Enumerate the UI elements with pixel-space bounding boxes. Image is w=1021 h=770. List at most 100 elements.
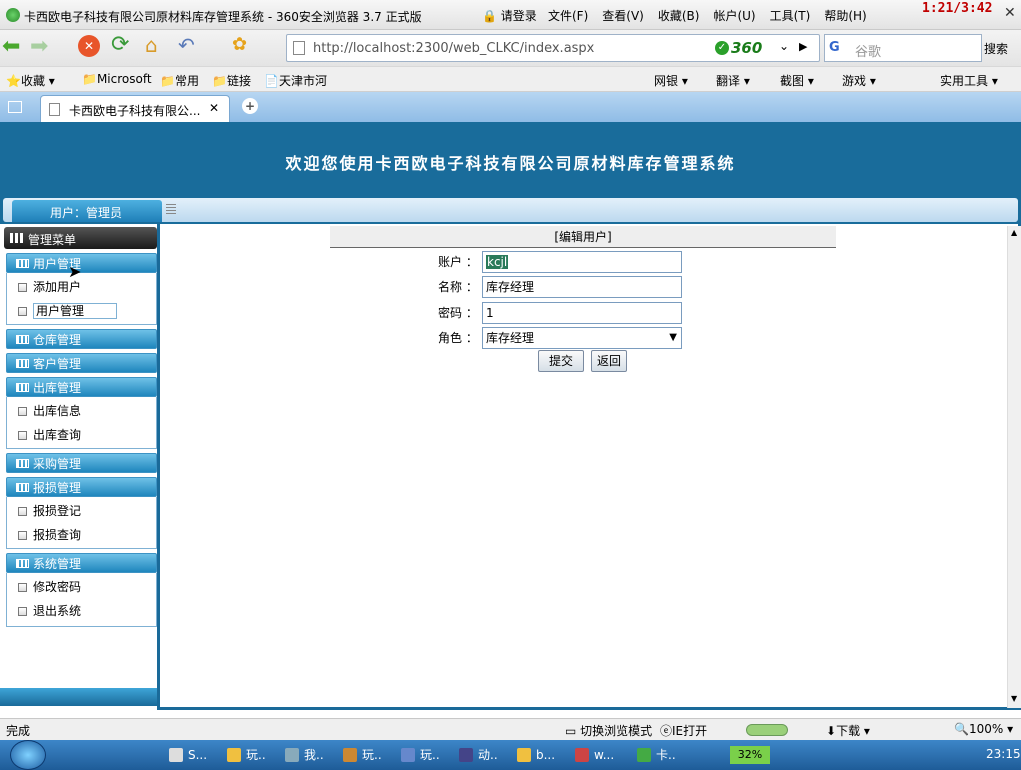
search-box[interactable]: G 谷歌 xyxy=(824,34,982,62)
browser-icon xyxy=(637,748,651,762)
taskbar-item[interactable]: S... xyxy=(166,744,222,766)
taskbar-item[interactable]: 卡.. xyxy=(634,744,690,766)
section-purchase-management[interactable]: 采购管理 xyxy=(6,453,157,473)
toolbar-item[interactable]: 翻译 ▾ xyxy=(716,72,750,89)
back-button[interactable]: 返回 xyxy=(591,350,627,372)
menu-item-loss-register[interactable]: 报损登记 xyxy=(18,501,81,521)
item-icon xyxy=(18,507,27,516)
scroll-down-icon[interactable]: ▼ xyxy=(1011,694,1017,703)
section-loss-management[interactable]: 报损管理 xyxy=(6,477,157,497)
start-button[interactable] xyxy=(10,740,46,770)
sidebar-toggle-icon[interactable] xyxy=(8,101,22,113)
login-link[interactable]: 🔒 请登录 xyxy=(482,7,537,24)
scroll-up-icon[interactable]: ▲ xyxy=(1011,228,1017,237)
sidebar-footer xyxy=(0,688,157,706)
status-bar: 完成 ▭ 切换浏览模式 ⓔIE打开 ⬇下载 ▾ 🔍100% ▾ xyxy=(0,718,1021,740)
toolbar-item[interactable]: 实用工具 ▾ xyxy=(940,72,998,89)
app-icon xyxy=(401,748,415,762)
vertical-scrollbar[interactable]: ▲ ▼ xyxy=(1007,226,1021,708)
favorites-item[interactable]: 📁Microsoft xyxy=(82,72,152,86)
close-icon[interactable]: ✕ xyxy=(1004,5,1016,21)
menu-item-outbound-query[interactable]: 出库查询 xyxy=(18,425,81,445)
browser-logo-icon xyxy=(6,8,20,22)
password-field[interactable]: 1 xyxy=(482,302,682,324)
app-icon xyxy=(169,748,183,762)
item-icon xyxy=(18,283,27,292)
favorites-item[interactable]: ⭐收藏 ▾ xyxy=(6,72,55,89)
menu-item-user-management[interactable]: 用户管理 xyxy=(18,301,118,321)
navigation-bar: ⬅ ➡ ✕ ⟳ ⌂ ↶ ✿ http://localhost:2300/web_… xyxy=(0,30,1021,66)
section-customer-management[interactable]: 客户管理 xyxy=(6,353,157,373)
role-select[interactable]: 库存经理 ▼ xyxy=(482,327,682,349)
back-icon[interactable]: ⬅ xyxy=(2,34,20,59)
menu-view[interactable]: 查看(V) xyxy=(602,9,644,23)
taskbar-item[interactable]: 我.. xyxy=(282,744,338,766)
form-header: [编辑用户] xyxy=(330,226,836,248)
toolbar-item[interactable]: 截图 ▾ xyxy=(780,72,814,89)
search-button[interactable]: 搜索 xyxy=(984,40,1008,57)
toolbar-item[interactable]: 网银 ▾ xyxy=(654,72,688,89)
submit-button[interactable]: 提交 xyxy=(538,350,584,372)
taskbar-item[interactable]: 玩.. xyxy=(340,744,396,766)
item-icon xyxy=(18,583,27,592)
name-field[interactable]: 库存经理 xyxy=(482,276,682,298)
section-title: 客户管理 xyxy=(33,357,82,371)
section-user-management[interactable]: 用户管理 xyxy=(6,253,157,273)
toolbar-item[interactable]: 游戏 ▾ xyxy=(842,72,876,89)
undo-icon[interactable]: ↶ xyxy=(178,33,195,57)
tab-bar: 卡西欧电子科技有限公... ✕ + xyxy=(0,92,1021,122)
menu-favorites[interactable]: 收藏(B) xyxy=(658,9,700,23)
menu-item-logout[interactable]: 退出系统 xyxy=(18,601,81,621)
taskbar-item[interactable]: w... xyxy=(572,744,628,766)
browser-title-bar: 卡西欧电子科技有限公司原材料库存管理系统 - 360安全浏览器 3.7 正式版 … xyxy=(0,0,1021,30)
section-system-management[interactable]: 系统管理 xyxy=(6,553,157,573)
menu-help[interactable]: 帮助(H) xyxy=(824,9,866,23)
user-bar: 用户：管理员 xyxy=(0,196,1021,226)
section-title: 报损管理 xyxy=(33,481,82,495)
chevron-down-icon[interactable]: ▼ xyxy=(669,328,677,348)
download-button[interactable]: ⬇下载 ▾ xyxy=(826,722,870,739)
account-field[interactable]: kcjl xyxy=(482,251,682,273)
address-bar[interactable]: http://localhost:2300/web_CLKC/index.asp… xyxy=(286,34,820,62)
taskbar-item[interactable]: 玩.. xyxy=(398,744,454,766)
role-value: 库存经理 xyxy=(486,331,535,345)
user-badge: 用户：管理员 xyxy=(12,200,162,222)
ie-open-button[interactable]: ⓔIE打开 xyxy=(660,722,707,739)
favorites-bar: ⭐收藏 ▾ 📁Microsoft 📁常用 📁链接 📄天津市河 网银 ▾ 翻译 ▾… xyxy=(0,66,1021,92)
menu-account[interactable]: 帐户(U) xyxy=(713,9,755,23)
menu-item-loss-query[interactable]: 报损查询 xyxy=(18,525,81,545)
taskbar-item[interactable]: 玩.. xyxy=(224,744,280,766)
refresh-icon[interactable]: ⟳ xyxy=(111,32,129,57)
taskbar-item[interactable]: b... xyxy=(514,744,570,766)
stop-icon[interactable]: ✕ xyxy=(78,35,100,57)
menu-item-outbound-info[interactable]: 出库信息 xyxy=(18,401,81,421)
menu-file[interactable]: 文件(F) xyxy=(548,9,588,23)
taskbar-item[interactable]: 动.. xyxy=(456,744,512,766)
url-text[interactable]: http://localhost:2300/web_CLKC/index.asp… xyxy=(313,41,594,56)
search-input[interactable]: 谷歌 xyxy=(855,41,881,60)
new-tab-icon[interactable]: + xyxy=(242,98,258,114)
zoom-level[interactable]: 🔍100% ▾ xyxy=(954,722,1013,736)
home-icon[interactable]: ⌂ xyxy=(145,33,158,57)
forward-icon[interactable]: ➡ xyxy=(30,34,48,59)
section-outbound-management[interactable]: 出库管理 xyxy=(6,377,157,397)
browser-tab[interactable]: 卡西欧电子科技有限公... ✕ xyxy=(40,95,230,122)
menu-item-change-password[interactable]: 修改密码 xyxy=(18,577,81,597)
go-icon[interactable]: ▶ xyxy=(799,40,807,53)
brand-360: 360 xyxy=(731,39,763,57)
favorites-item[interactable]: 📁链接 xyxy=(212,72,251,89)
section-title: 仓库管理 xyxy=(33,333,82,347)
url-dropdown-icon[interactable]: ⌄ xyxy=(779,39,789,53)
favorites-item[interactable]: 📁常用 xyxy=(160,72,199,89)
menu-tools[interactable]: 工具(T) xyxy=(770,9,811,23)
tab-close-icon[interactable]: ✕ xyxy=(209,101,219,115)
browse-mode-toggle[interactable]: ▭ 切换浏览模式 xyxy=(565,722,652,739)
item-icon xyxy=(18,307,27,316)
tab-label: 卡西欧电子科技有限公... xyxy=(69,104,201,118)
paw-icon[interactable]: ✿ xyxy=(232,34,247,55)
favorites-item[interactable]: 📄天津市河 xyxy=(264,72,327,89)
search-engine-icon[interactable]: G xyxy=(829,40,840,55)
section-warehouse-management[interactable]: 仓库管理 xyxy=(6,329,157,349)
toggle-switch-icon[interactable] xyxy=(746,724,788,736)
menu-title-bar: 管理菜单 xyxy=(4,227,157,249)
